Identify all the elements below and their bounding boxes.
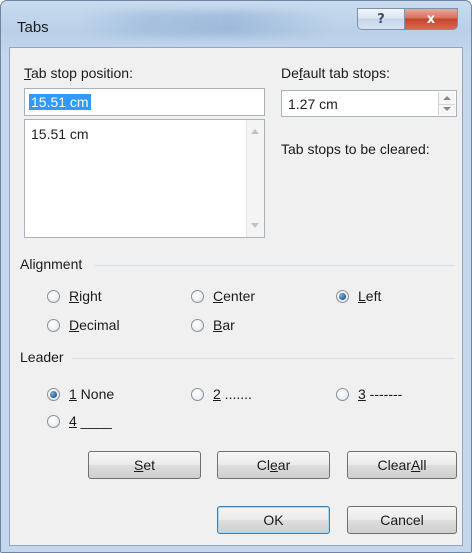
title-bar-background <box>81 11 331 37</box>
leader-none-label[interactable]: 1 None <box>69 386 114 402</box>
dialog-body: Tab stop position: 15.51 cm 15.51 cm Def… <box>9 47 463 546</box>
alignment-right-label[interactable]: Right <box>69 288 102 304</box>
alignment-decimal-label[interactable]: Decimal <box>69 317 120 333</box>
alignment-bar-label[interactable]: Bar <box>213 317 235 333</box>
help-button[interactable]: ? <box>357 8 405 30</box>
ok-button[interactable]: OK <box>217 506 330 534</box>
leader-dashes-radio[interactable] <box>336 388 349 401</box>
clear-all-button[interactable]: Clear All <box>347 451 457 479</box>
tab-stops-to-clear-label: Tab stops to be cleared: <box>281 141 430 157</box>
set-button[interactable]: Set <box>88 451 201 479</box>
clear-button[interactable]: Cl e ar <box>217 451 330 479</box>
list-scrollbar[interactable] <box>246 120 264 237</box>
tab-stop-position-label: Tab stop position: <box>24 65 133 81</box>
close-icon: x <box>426 11 436 27</box>
leader-dots-radio[interactable] <box>191 388 204 401</box>
alignment-right-radio[interactable] <box>47 290 60 303</box>
alignment-center-label[interactable]: Center <box>213 288 255 304</box>
leader-none-radio[interactable] <box>47 388 60 401</box>
default-tab-stops-spinner[interactable]: 1.27 cm <box>281 90 457 117</box>
help-icon: ? <box>377 11 385 27</box>
alignment-heading: Alignment <box>20 256 83 272</box>
alignment-divider <box>95 265 455 266</box>
spinner-control[interactable] <box>438 92 455 115</box>
cancel-button[interactable]: Cancel <box>347 506 457 534</box>
default-tab-stops-value: 1.27 cm <box>288 96 338 112</box>
tab-stop-position-value: 15.51 cm <box>29 94 91 110</box>
default-tab-stops-label: Default tab stops: <box>281 65 390 81</box>
close-button[interactable]: x <box>404 8 458 30</box>
leader-heading: Leader <box>20 349 64 365</box>
alignment-bar-radio[interactable] <box>191 319 204 332</box>
alignment-decimal-radio[interactable] <box>47 319 60 332</box>
dialog-title: Tabs <box>17 19 49 36</box>
scroll-up-arrow-icon[interactable] <box>251 129 259 134</box>
leader-underline-radio[interactable] <box>47 415 60 428</box>
alignment-left-radio[interactable] <box>336 290 349 303</box>
scroll-down-arrow-icon[interactable] <box>251 223 259 228</box>
leader-divider <box>72 358 455 359</box>
tabs-dialog-window: Tabs ? x Tab stop position: 15.51 cm 15.… <box>0 0 472 553</box>
alignment-left-label[interactable]: Left <box>358 288 381 304</box>
tab-stop-position-input[interactable]: 15.51 cm <box>24 88 265 116</box>
leader-dashes-label[interactable]: 3 ------- <box>358 386 402 402</box>
leader-underline-label[interactable]: 4 ____ <box>69 413 112 429</box>
alignment-center-radio[interactable] <box>191 290 204 303</box>
tab-stop-list[interactable]: 15.51 cm <box>24 119 265 238</box>
spin-down-icon[interactable] <box>439 104 455 116</box>
list-item[interactable]: 15.51 cm <box>31 126 89 142</box>
leader-dots-label[interactable]: 2 ....... <box>213 386 252 402</box>
